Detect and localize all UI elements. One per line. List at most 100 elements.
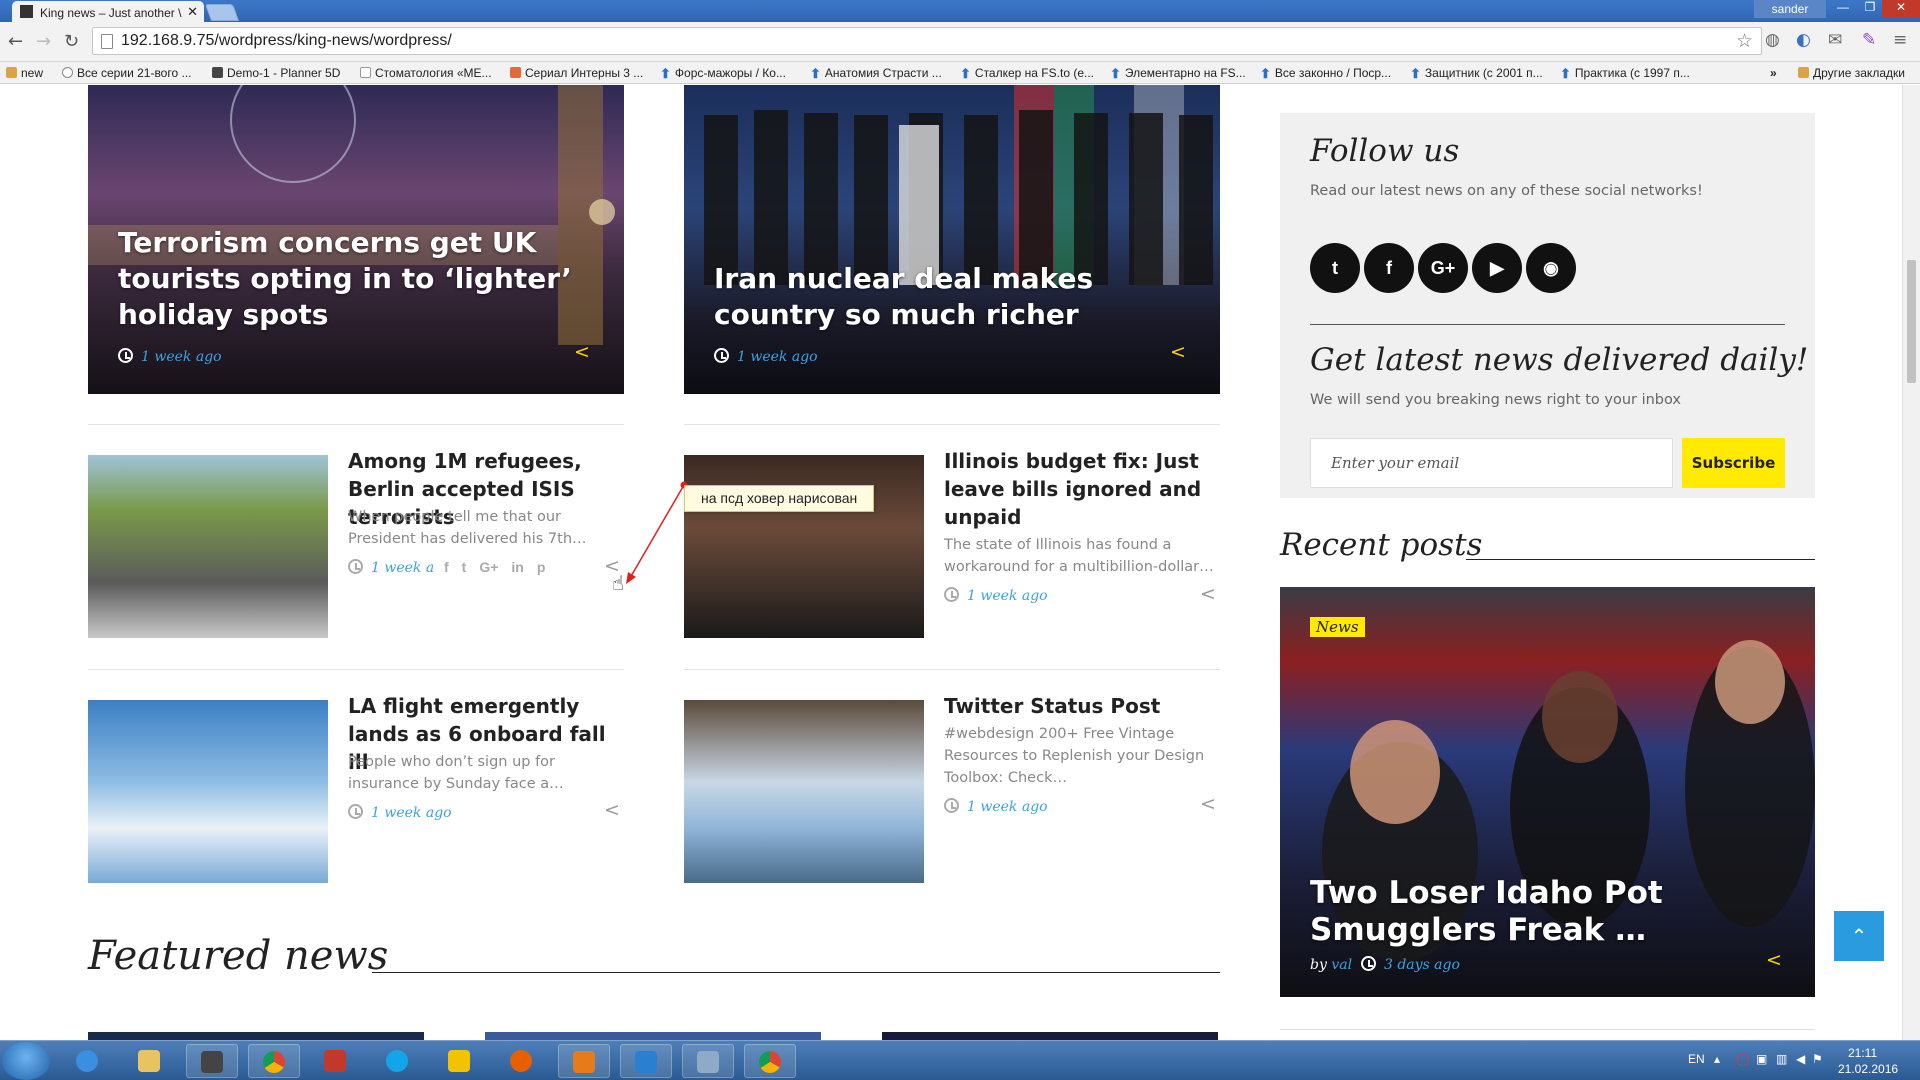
taskbar-chrome[interactable] xyxy=(744,1044,796,1078)
app-icon xyxy=(635,1051,657,1073)
menu-icon[interactable]: ≡ xyxy=(1893,30,1907,50)
volume-icon[interactable]: ◀ xyxy=(1796,1052,1805,1066)
bookmark-item[interactable]: ⬆ Сталкер на FS.to (е... xyxy=(960,66,1094,82)
featured-thumbnail[interactable] xyxy=(88,1032,424,1040)
share-icon[interactable]: < xyxy=(604,799,620,821)
twitter-icon[interactable]: t xyxy=(462,559,467,575)
new-tab-button[interactable] xyxy=(204,4,240,21)
clock-icon xyxy=(118,348,133,363)
article-thumbnail[interactable] xyxy=(88,700,328,883)
chevron-up-icon: ⌃ xyxy=(1850,924,1868,948)
taskbar-app[interactable] xyxy=(682,1044,734,1078)
scroll-to-top-button[interactable]: ⌃ xyxy=(1834,911,1884,961)
tray-arrow-icon[interactable]: ▴ xyxy=(1714,1052,1720,1066)
arrow-up-icon: ⬆ xyxy=(960,66,971,81)
facebook-icon[interactable]: f xyxy=(1364,243,1414,293)
google-plus-icon[interactable]: G+ xyxy=(1418,243,1468,293)
adblock-icon[interactable]: ◍ xyxy=(1765,30,1780,50)
page-scrollbar[interactable] xyxy=(1902,85,1920,1040)
skype-icon xyxy=(386,1050,408,1072)
user-profile-button[interactable]: sander xyxy=(1754,0,1826,18)
email-input[interactable]: Enter your email xyxy=(1310,438,1673,488)
hero-card[interactable]: Terrorism concerns get UK tourists optin… xyxy=(88,85,624,394)
bookmark-item[interactable]: ⬆ Элементарно на FS... xyxy=(1110,66,1246,82)
extension-globe-icon[interactable]: ◐ xyxy=(1796,30,1811,50)
pinterest-icon[interactable]: p xyxy=(537,559,546,575)
taskbar-skype[interactable] xyxy=(372,1044,424,1078)
share-icon[interactable]: < xyxy=(1766,949,1782,971)
tray-app-icon[interactable]: ▣ xyxy=(1756,1052,1767,1066)
start-button[interactable] xyxy=(2,1042,50,1080)
back-icon[interactable]: ← xyxy=(8,31,23,52)
restore-icon[interactable]: ❐ xyxy=(1857,0,1883,18)
pen-extension-icon[interactable]: ✎ xyxy=(1862,30,1876,50)
divider xyxy=(88,424,624,425)
article-thumbnail[interactable] xyxy=(684,700,924,883)
scrollbar-thumb[interactable] xyxy=(1907,260,1916,383)
taskbar-ie[interactable] xyxy=(62,1044,114,1078)
bookmark-item[interactable]: Demo-1 - Planner 5D xyxy=(212,66,340,80)
bookmark-item[interactable]: ⬆ Анатомия Страсти ... xyxy=(810,66,942,82)
article-thumbnail[interactable] xyxy=(684,455,924,638)
reload-icon[interactable]: ↻ xyxy=(64,31,79,52)
article-title[interactable]: Illinois budget fix: Just leave bills ig… xyxy=(944,447,1224,531)
youtube-icon[interactable]: ▶ xyxy=(1472,243,1522,293)
close-tab-icon[interactable]: ✕ xyxy=(187,4,198,20)
tray-opera-icon[interactable]: ◯ xyxy=(1736,1052,1749,1066)
subscribe-button[interactable]: Subscribe xyxy=(1682,438,1785,488)
share-icon[interactable]: < xyxy=(1200,793,1216,815)
article-thumbnail[interactable] xyxy=(88,455,328,638)
tray-flag-icon[interactable]: ⚑ xyxy=(1812,1052,1823,1066)
bookmark-item[interactable]: Сериал Интерны 3 ... xyxy=(510,66,643,80)
facebook-icon[interactable]: f xyxy=(444,559,449,575)
clock-time[interactable]: 21:11 xyxy=(1848,1046,1877,1060)
featured-thumbnail[interactable] xyxy=(485,1032,821,1040)
bookmark-item[interactable]: ⬆ Форс-мажоры / Ко... xyxy=(660,66,786,82)
taskbar-app[interactable] xyxy=(558,1044,610,1078)
taskbar-app[interactable] xyxy=(434,1044,486,1078)
hero-title[interactable]: Iran nuclear deal makes country so much … xyxy=(714,261,1184,333)
language-indicator[interactable]: EN xyxy=(1688,1052,1705,1066)
bookmarks-overflow-icon[interactable]: » xyxy=(1770,66,1777,80)
share-icon[interactable]: < xyxy=(574,341,590,363)
window-close-icon[interactable]: ✕ xyxy=(1882,0,1920,18)
share-icon[interactable]: < xyxy=(1170,341,1186,363)
bookmark-item[interactable]: ⬆ Практика (с 1997 п... xyxy=(1560,66,1690,82)
category-badge[interactable]: News xyxy=(1310,617,1365,637)
hero-title[interactable]: Terrorism concerns get UK tourists optin… xyxy=(118,225,588,333)
linkedin-icon[interactable]: in xyxy=(511,559,523,575)
mail-icon[interactable]: ✉ xyxy=(1828,30,1842,50)
forward-icon[interactable]: → xyxy=(36,31,51,52)
bookmark-item[interactable]: new xyxy=(6,66,43,80)
author-link[interactable]: val xyxy=(1331,957,1352,973)
tray-network-icon[interactable]: ▥ xyxy=(1776,1052,1787,1066)
browser-tab[interactable]: King news – Just another \ ✕ xyxy=(12,1,204,22)
hero-card[interactable]: Iran nuclear deal makes country so much … xyxy=(684,85,1220,394)
bookmark-item[interactable]: Стоматология «МЕ... xyxy=(360,66,492,80)
google-plus-icon[interactable]: G+ xyxy=(479,559,498,575)
taskbar-app[interactable] xyxy=(310,1044,362,1078)
other-bookmarks[interactable]: Другие закладки xyxy=(1798,66,1905,80)
app-icon xyxy=(573,1051,595,1073)
bookmark-item[interactable]: Все серии 21-вого ... xyxy=(62,66,191,80)
share-icon[interactable]: < xyxy=(1200,583,1216,605)
bookmark-item[interactable]: ⬆ Все законно / Поср... xyxy=(1260,66,1391,82)
taskbar-explorer[interactable] xyxy=(124,1044,176,1078)
twitter-icon[interactable]: t xyxy=(1310,243,1360,293)
bookmark-icon xyxy=(360,67,371,78)
minimize-icon[interactable]: — xyxy=(1830,0,1856,18)
tab-title: King news – Just another \ xyxy=(40,6,182,20)
rss-icon[interactable]: ◉ xyxy=(1526,243,1576,293)
taskbar-chrome[interactable] xyxy=(248,1044,300,1078)
address-bar[interactable]: 192.168.9.75/wordpress/king-news/wordpre… xyxy=(92,27,1762,55)
article-title[interactable]: Twitter Status Post xyxy=(944,692,1224,720)
recent-post-title[interactable]: Two Loser Idaho Pot Smugglers Freak … xyxy=(1310,875,1790,949)
taskbar-firefox[interactable] xyxy=(496,1044,548,1078)
featured-thumbnail[interactable] xyxy=(882,1032,1218,1040)
recent-post-card[interactable]: News Two Loser Idaho Pot Smugglers Freak… xyxy=(1280,587,1815,997)
taskbar-app[interactable] xyxy=(186,1044,238,1078)
taskbar-app[interactable] xyxy=(620,1044,672,1078)
bookmark-star-icon[interactable]: ☆ xyxy=(1736,30,1753,53)
bookmark-item[interactable]: ⬆ Защитник (с 2001 п... xyxy=(1410,66,1543,82)
clock-date[interactable]: 21.02.2016 xyxy=(1838,1062,1898,1076)
